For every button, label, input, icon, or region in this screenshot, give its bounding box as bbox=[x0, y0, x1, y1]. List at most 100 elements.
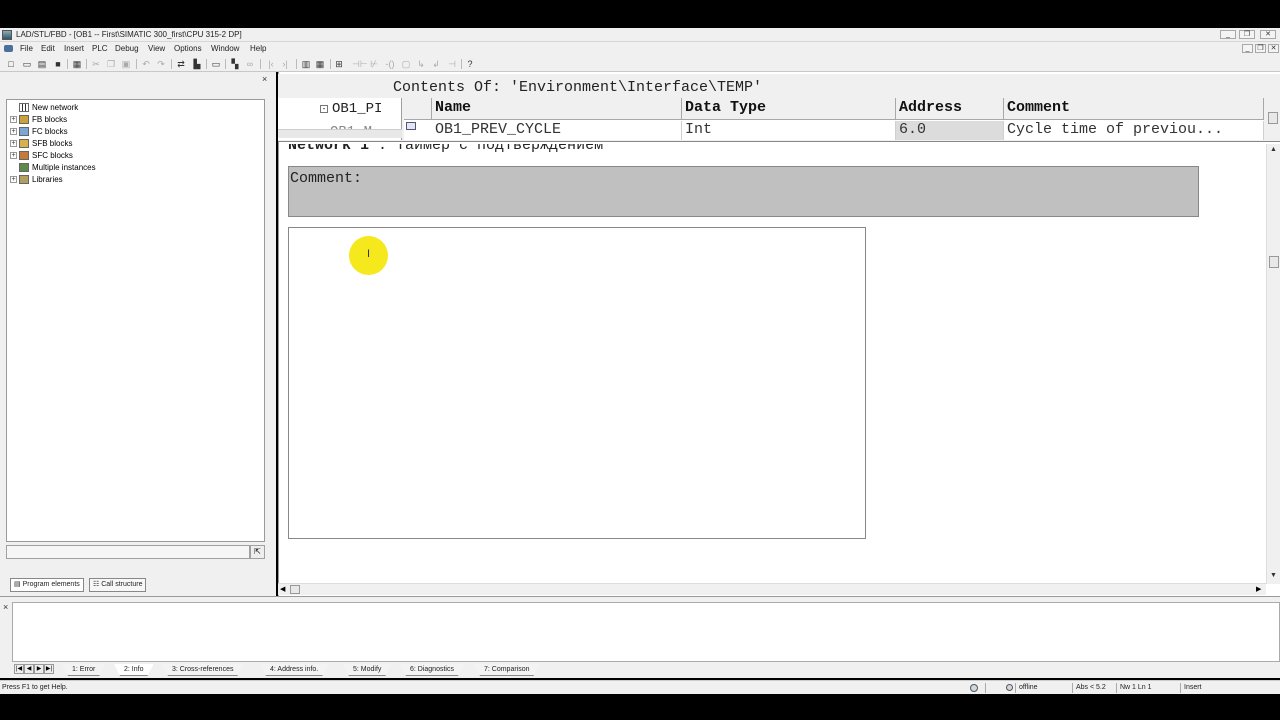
paste-icon[interactable]: ▣ bbox=[121, 59, 131, 69]
tree-item-fb-blocks[interactable]: + FB blocks bbox=[10, 113, 67, 125]
network-icon[interactable]: ⊞ bbox=[334, 59, 344, 69]
interface-scroll-thumb[interactable] bbox=[1268, 112, 1278, 124]
column-header-name[interactable]: Name bbox=[432, 98, 682, 120]
help-pointer-icon[interactable]: ? bbox=[465, 59, 475, 69]
restore-button[interactable]: ❐ bbox=[1239, 30, 1255, 39]
tab-cross-references[interactable]: 3: Cross-references bbox=[162, 664, 243, 676]
editor-vertical-scrollbar[interactable]: ▲ ▼ bbox=[1266, 144, 1280, 584]
first-network-icon[interactable]: |‹ bbox=[266, 59, 276, 69]
copy-icon[interactable]: ❐ bbox=[106, 59, 116, 69]
scroll-right-icon[interactable]: ▶ bbox=[1256, 585, 1261, 593]
menu-edit[interactable]: Edit bbox=[41, 44, 55, 53]
contact-nc-icon[interactable]: ⊬ bbox=[369, 59, 379, 69]
expand-icon[interactable]: + bbox=[10, 115, 17, 123]
next-tab-icon[interactable]: ▶ bbox=[34, 664, 44, 674]
mdi-close-button[interactable]: ✕ bbox=[1268, 44, 1279, 53]
tree-item-new-network[interactable]: New network bbox=[10, 101, 78, 113]
cell-comment[interactable]: Cycle time of previou... bbox=[1004, 121, 1264, 140]
column-header-address[interactable]: Address bbox=[896, 98, 1004, 120]
cut-icon[interactable]: ✂ bbox=[91, 59, 101, 69]
tab-call-structure[interactable]: ☷ Call structure bbox=[89, 578, 147, 592]
tab-modify[interactable]: 5: Modify bbox=[343, 664, 391, 676]
print-icon[interactable]: ▦ bbox=[72, 59, 82, 69]
output-close-icon[interactable]: × bbox=[3, 602, 8, 612]
column-header-comment[interactable]: Comment bbox=[1004, 98, 1264, 120]
menu-help[interactable]: Help bbox=[250, 44, 266, 53]
tab-info[interactable]: 2: Info bbox=[114, 664, 153, 676]
editor-horizontal-scrollbar[interactable]: ◀ ▶ bbox=[278, 583, 1266, 595]
empty-box-icon[interactable]: ▢ bbox=[401, 59, 411, 69]
menu-insert[interactable]: Insert bbox=[64, 44, 84, 53]
connection-icon[interactable]: ⊣ bbox=[447, 59, 457, 69]
menu-debug[interactable]: Debug bbox=[115, 44, 139, 53]
tab-comparison[interactable]: 7: Comparison bbox=[474, 664, 540, 676]
tree-item-fc-blocks[interactable]: + FC blocks bbox=[10, 125, 68, 137]
close-button[interactable]: ✕ bbox=[1260, 30, 1276, 39]
editor-hscroll-thumb[interactable] bbox=[290, 585, 300, 594]
next-network-icon[interactable]: ›| bbox=[280, 59, 290, 69]
menu-options[interactable]: Options bbox=[174, 44, 202, 53]
view-detail-icon[interactable]: ▦ bbox=[315, 59, 325, 69]
cell-name[interactable]: OB1_PREV_CYCLE bbox=[432, 121, 682, 140]
tree-item-sfc-blocks[interactable]: + SFC blocks bbox=[10, 149, 73, 161]
menu-window[interactable]: Window bbox=[211, 44, 239, 53]
network-title[interactable]: : Таймер с подтверждением bbox=[378, 144, 603, 154]
tab-address-info[interactable]: 4: Address info. bbox=[260, 664, 328, 676]
monitor-icon[interactable]: ▭ bbox=[211, 59, 221, 69]
scroll-up-icon[interactable]: ▲ bbox=[1270, 146, 1277, 153]
close-branch-icon[interactable]: ↲ bbox=[431, 59, 441, 69]
redo-icon[interactable]: ↷ bbox=[156, 59, 166, 69]
cell-data-type[interactable]: Int bbox=[682, 121, 896, 140]
status-help-text: Press F1 to get Help. bbox=[2, 684, 68, 691]
coil-icon[interactable]: -() bbox=[385, 59, 395, 69]
panel-close-icon[interactable]: × bbox=[262, 74, 267, 84]
open-branch-icon[interactable]: ↳ bbox=[416, 59, 426, 69]
tab-diagnostics[interactable]: 6: Diagnostics bbox=[400, 664, 464, 676]
interface-scrollbar[interactable] bbox=[1266, 98, 1280, 140]
contact-no-icon[interactable]: ⊣⊢ bbox=[352, 59, 368, 69]
minimize-button[interactable]: _ bbox=[1220, 30, 1236, 39]
expand-icon[interactable]: + bbox=[10, 139, 17, 147]
interface-tree-scrollbar[interactable] bbox=[278, 129, 402, 138]
open-icon[interactable]: ▭ bbox=[22, 59, 32, 69]
glasses-icon[interactable]: ∞ bbox=[245, 59, 255, 69]
last-tab-icon[interactable]: ▶| bbox=[44, 664, 54, 674]
scroll-left-icon[interactable]: ◀ bbox=[280, 585, 285, 593]
status-mode: offline bbox=[1015, 683, 1072, 693]
prev-tab-icon[interactable]: ◀ bbox=[24, 664, 34, 674]
menu-view[interactable]: View bbox=[148, 44, 165, 53]
menu-plc[interactable]: PLC bbox=[92, 44, 108, 53]
new-icon[interactable]: □ bbox=[6, 59, 16, 69]
tree-item-multiple-instances[interactable]: Multiple instances bbox=[10, 161, 96, 173]
download-icon[interactable]: ▤ bbox=[37, 59, 47, 69]
undo-icon[interactable]: ↶ bbox=[141, 59, 151, 69]
variable-row-icon bbox=[406, 122, 416, 130]
element-search-button[interactable]: ⇱ bbox=[250, 545, 265, 559]
expand-icon[interactable]: + bbox=[10, 151, 17, 159]
element-search-input[interactable] bbox=[6, 545, 250, 559]
scroll-down-icon[interactable]: ▼ bbox=[1270, 572, 1277, 579]
go-online-icon[interactable]: ⇄ bbox=[176, 59, 186, 69]
tab-program-elements[interactable]: ▤ Program elements bbox=[10, 578, 84, 592]
mdi-restore-button[interactable]: ❐ bbox=[1255, 44, 1266, 53]
collapse-icon[interactable]: - bbox=[320, 105, 328, 113]
expand-icon[interactable]: + bbox=[10, 175, 17, 183]
network-comment[interactable]: Comment: bbox=[288, 166, 1199, 217]
view-split-icon[interactable]: ▥ bbox=[301, 59, 311, 69]
tab-error[interactable]: 1: Error bbox=[62, 664, 105, 676]
tree-item-sfb-blocks[interactable]: + SFB blocks bbox=[10, 137, 72, 149]
document-icon[interactable] bbox=[4, 45, 13, 52]
menu-file[interactable]: File bbox=[20, 44, 33, 53]
load-icon[interactable]: ▙ bbox=[192, 59, 202, 69]
network-header[interactable]: Network 1 : Таймер с подтверждением bbox=[288, 144, 603, 154]
editor-scroll-thumb[interactable] bbox=[1269, 256, 1279, 268]
interface-tree-node[interactable]: OB1_PI bbox=[332, 101, 382, 117]
overview-icon[interactable]: ▚ bbox=[230, 59, 240, 69]
tree-item-libraries[interactable]: + Libraries bbox=[10, 173, 63, 185]
save-icon[interactable]: ■ bbox=[53, 59, 63, 69]
output-content[interactable] bbox=[12, 602, 1280, 662]
expand-icon[interactable]: + bbox=[10, 127, 17, 135]
mdi-minimize-button[interactable]: _ bbox=[1242, 44, 1253, 53]
column-header-data-type[interactable]: Data Type bbox=[682, 98, 896, 120]
first-tab-icon[interactable]: |◀ bbox=[14, 664, 24, 674]
